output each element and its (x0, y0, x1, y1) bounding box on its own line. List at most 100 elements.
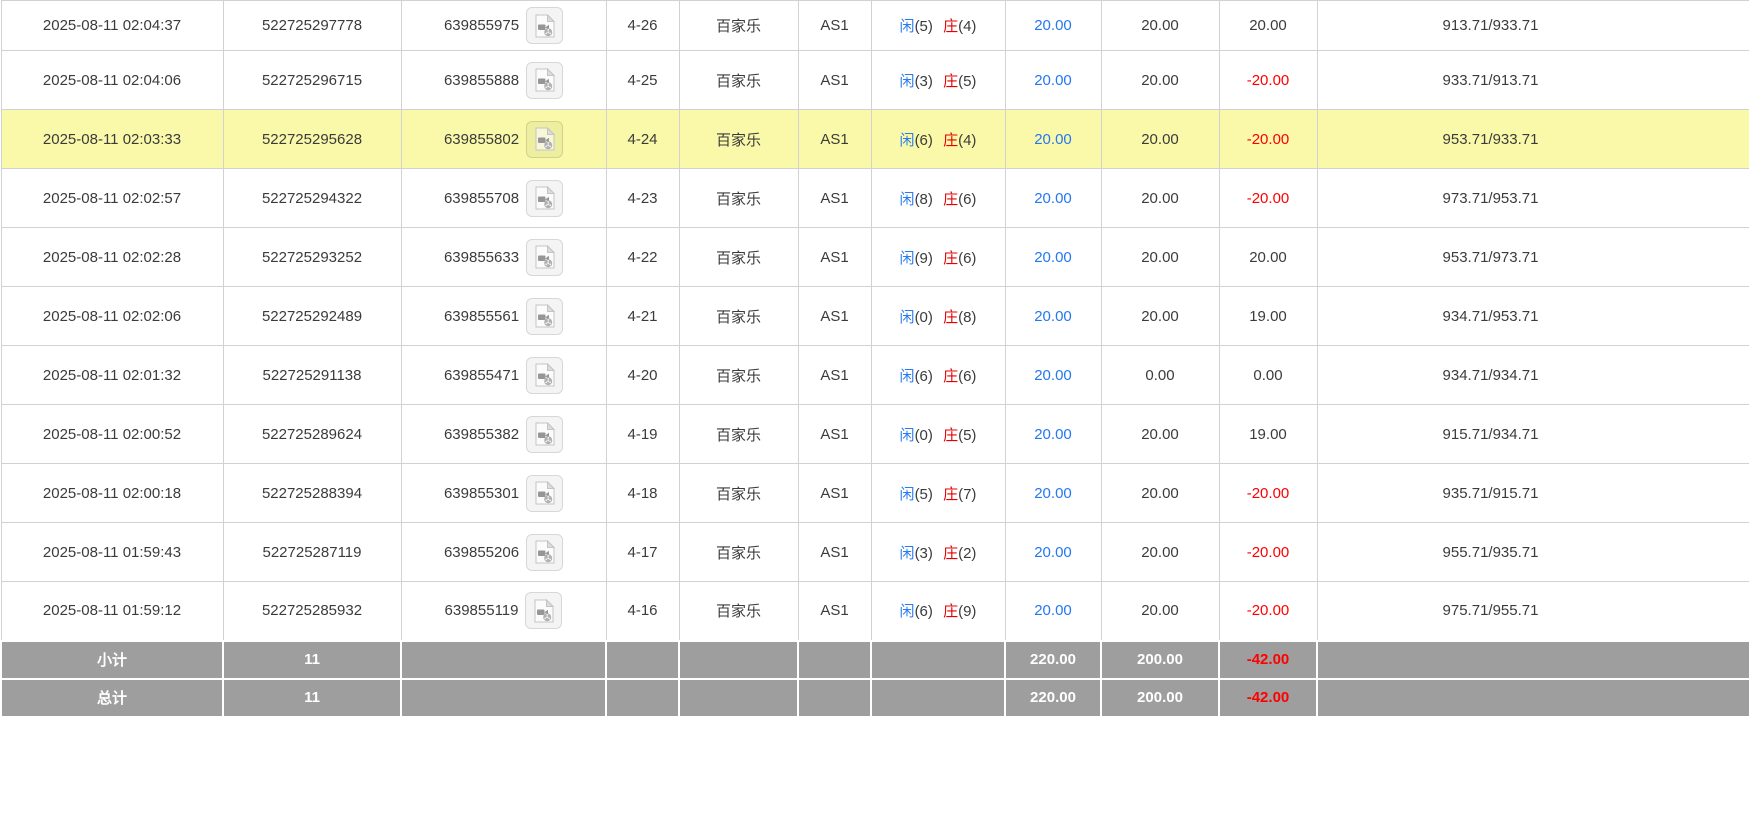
video-replay-button[interactable] (526, 416, 563, 453)
bet-amount-cell: 20.00 (1005, 405, 1101, 464)
banker-result: 庄(4) (943, 18, 976, 35)
bet-amount-link[interactable]: 20.00 (1034, 602, 1072, 619)
bet-time-cell: 2025-08-11 02:04:06 (1, 51, 223, 110)
player-label: 闲 (900, 427, 915, 444)
bet-id-cell: 522725285932 (223, 582, 401, 641)
bet-amount-cell: 20.00 (1005, 51, 1101, 110)
banker-result: 庄(6) (943, 191, 976, 208)
summary-empty-cell (798, 641, 871, 679)
bet-time-cell: 2025-08-11 02:02:57 (1, 169, 223, 228)
game-id-cell: 639855382 (401, 405, 606, 464)
bet-amount-cell: 20.00 (1005, 287, 1101, 346)
round-cell: 4-20 (606, 346, 679, 405)
video-replay-button[interactable] (526, 475, 563, 512)
valid-bet-cell: 20.00 (1101, 405, 1219, 464)
result-cell: 闲(0) 庄(8) (871, 287, 1005, 346)
table-row: 2025-08-11 02:02:57 522725294322 6398557… (1, 169, 1749, 228)
video-replay-button[interactable] (525, 592, 562, 629)
video-replay-button[interactable] (526, 121, 563, 158)
bet-amount-cell: 20.00 (1005, 582, 1101, 641)
round-cell: 4-21 (606, 287, 679, 346)
game-id-cell: 639855206 (401, 523, 606, 582)
bet-time-cell: 2025-08-11 02:00:52 (1, 405, 223, 464)
round-cell: 4-18 (606, 464, 679, 523)
result-cell: 闲(5) 庄(7) (871, 464, 1005, 523)
player-result: 闲(6) (900, 603, 933, 620)
video-file-icon (534, 599, 554, 623)
video-replay-button[interactable] (526, 62, 563, 99)
banker-result: 庄(5) (943, 73, 976, 90)
game-name-cell: 百家乐 (679, 523, 798, 582)
bet-id-cell: 522725289624 (223, 405, 401, 464)
game-id-cell: 639855802 (401, 110, 606, 169)
player-score: (8) (915, 191, 933, 208)
video-file-icon (535, 363, 555, 387)
banker-score: (4) (958, 132, 976, 149)
summary-empty-cell (871, 641, 1005, 679)
player-label: 闲 (900, 603, 915, 620)
bet-amount-cell: 20.00 (1005, 110, 1101, 169)
game-id-text: 639855301 (444, 485, 519, 502)
table-row: 2025-08-11 02:00:52 522725289624 6398553… (1, 405, 1749, 464)
player-label: 闲 (900, 486, 915, 503)
bet-amount-cell: 20.00 (1005, 169, 1101, 228)
player-score: (5) (915, 18, 933, 35)
table-name-cell: AS1 (798, 228, 871, 287)
bet-amount-link[interactable]: 20.00 (1034, 485, 1072, 502)
valid-bet-cell: 20.00 (1101, 110, 1219, 169)
bet-amount-link[interactable]: 20.00 (1034, 426, 1072, 443)
win-loss-cell: 20.00 (1219, 228, 1317, 287)
bet-amount-link[interactable]: 20.00 (1034, 17, 1072, 34)
player-score: (9) (915, 250, 933, 267)
bet-amount-link[interactable]: 20.00 (1034, 72, 1072, 89)
bet-amount-link[interactable]: 20.00 (1034, 131, 1072, 148)
banker-result: 庄(5) (943, 427, 976, 444)
bet-amount-link[interactable]: 20.00 (1034, 249, 1072, 266)
summary-empty-cell (401, 679, 606, 717)
win-loss-cell: 20.00 (1219, 1, 1317, 51)
video-replay-button[interactable] (526, 357, 563, 394)
round-cell: 4-24 (606, 110, 679, 169)
player-result: 闲(0) (900, 309, 933, 326)
banker-label: 庄 (943, 427, 958, 444)
player-result: 闲(8) (900, 191, 933, 208)
result-cell: 闲(9) 庄(6) (871, 228, 1005, 287)
bet-id-cell: 522725293252 (223, 228, 401, 287)
bet-amount-link[interactable]: 20.00 (1034, 544, 1072, 561)
video-replay-button[interactable] (526, 239, 563, 276)
bet-amount-link[interactable]: 20.00 (1034, 190, 1072, 207)
bet-id-cell: 522725297778 (223, 1, 401, 51)
table-footer: 小计 11 220.00 200.00 -42.00 总计 11 220.00 … (1, 641, 1749, 717)
win-loss-cell: -20.00 (1219, 464, 1317, 523)
game-id-text: 639855975 (444, 17, 519, 34)
bet-time-cell: 2025-08-11 02:04:37 (1, 1, 223, 51)
bet-id-cell: 522725296715 (223, 51, 401, 110)
banker-label: 庄 (943, 603, 958, 620)
game-id-text: 639855633 (444, 249, 519, 266)
balance-cell: 933.71/913.71 (1317, 51, 1749, 110)
bet-amount-link[interactable]: 20.00 (1034, 367, 1072, 384)
game-id-cell: 639855119 (401, 582, 606, 641)
video-file-icon (535, 422, 555, 446)
video-replay-button[interactable] (526, 298, 563, 335)
valid-bet-cell: 20.00 (1101, 287, 1219, 346)
video-replay-button[interactable] (526, 180, 563, 217)
table-name-cell: AS1 (798, 110, 871, 169)
round-cell: 4-23 (606, 169, 679, 228)
player-result: 闲(6) (900, 368, 933, 385)
table-name-cell: AS1 (798, 405, 871, 464)
banker-score: (4) (958, 18, 976, 35)
result-cell: 闲(6) 庄(9) (871, 582, 1005, 641)
video-replay-button[interactable] (526, 7, 563, 44)
table-name-cell: AS1 (798, 464, 871, 523)
summary-bet-total-cell: 220.00 (1005, 679, 1101, 717)
video-replay-button[interactable] (526, 534, 563, 571)
video-file-icon (535, 186, 555, 210)
video-file-icon (535, 304, 555, 328)
banker-score: (6) (958, 368, 976, 385)
bet-amount-link[interactable]: 20.00 (1034, 308, 1072, 325)
balance-cell: 953.71/973.71 (1317, 228, 1749, 287)
round-cell: 4-16 (606, 582, 679, 641)
valid-bet-cell: 20.00 (1101, 51, 1219, 110)
round-cell: 4-25 (606, 51, 679, 110)
